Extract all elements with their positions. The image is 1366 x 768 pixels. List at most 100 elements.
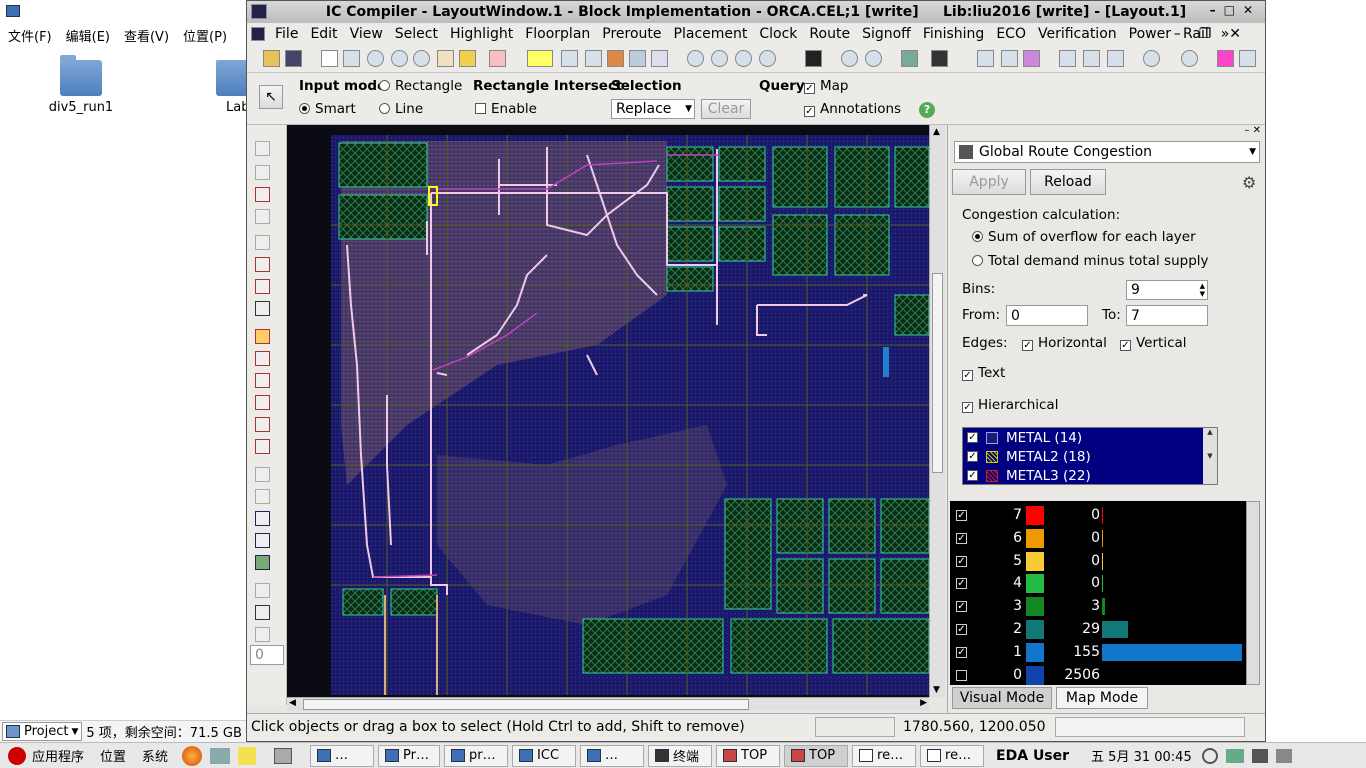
task-button-5[interactable]: …: [580, 744, 645, 767]
copy-cross-icon[interactable]: [255, 279, 270, 294]
route-icon[interactable]: [255, 395, 270, 410]
tab-visual-mode[interactable]: Visual Mode: [952, 687, 1052, 709]
layer-row-metal2[interactable]: ✓ METAL2 (18): [963, 447, 1217, 466]
bin-row[interactable]: ✓ 7 0: [950, 505, 1246, 527]
bin-row[interactable]: ✓ 2 29: [950, 619, 1246, 641]
via-icon[interactable]: [255, 417, 270, 432]
tcl-icon[interactable]: [1217, 50, 1234, 67]
scroll-thumb[interactable]: [932, 273, 943, 473]
blockage-icon[interactable]: [255, 583, 270, 598]
map-icon[interactable]: [1023, 50, 1040, 67]
mode-smart-radio[interactable]: Smart: [299, 101, 356, 117]
mode-line-radio[interactable]: Line: [379, 101, 423, 117]
bin-checkbox[interactable]: ✓: [956, 578, 967, 590]
bin-checkbox[interactable]: ✓: [956, 555, 967, 567]
checkbox-icon[interactable]: ✓: [967, 470, 978, 481]
mdi-minimize-icon[interactable]: –: [1174, 26, 1187, 42]
reload-icon[interactable]: [1239, 50, 1256, 67]
bin-row[interactable]: ✓ 1 155: [950, 642, 1246, 664]
help-icon[interactable]: ?: [919, 102, 935, 118]
bin-checkbox[interactable]: ✓: [956, 510, 967, 521]
menu-placement[interactable]: Placement: [674, 26, 748, 42]
menu-app-icon[interactable]: [251, 27, 265, 41]
ruler-icon[interactable]: [459, 50, 476, 67]
rect-icon[interactable]: [255, 489, 270, 504]
undo-icon[interactable]: [1143, 50, 1160, 67]
canvas-vertical-scrollbar[interactable]: ▲ ▼: [929, 125, 945, 697]
reload-button[interactable]: Reload: [1030, 169, 1106, 195]
chip-icon[interactable]: [805, 50, 822, 67]
tile-icon[interactable]: [1001, 50, 1018, 67]
scroll-left-icon[interactable]: ◀: [289, 698, 296, 708]
move-cross-icon[interactable]: [255, 257, 270, 272]
mdi-restore-icon[interactable]: ❐: [1199, 26, 1218, 42]
taskbar-menu-system[interactable]: 系统: [142, 746, 168, 765]
minimize-icon[interactable]: –: [1210, 3, 1224, 17]
task-button-6[interactable]: 终端: [648, 744, 713, 767]
checkbox-icon[interactable]: ✓: [967, 451, 978, 462]
maximize-icon[interactable]: □: [1224, 3, 1243, 17]
calc-demand-radio[interactable]: Total demand minus total supply: [972, 253, 1209, 269]
hierarchical-checkbox[interactable]: ✓ Hierarchical: [962, 397, 1058, 413]
split-view-icon[interactable]: [931, 50, 948, 67]
mdi-close-icon[interactable]: ✕: [1229, 26, 1247, 42]
new-view-icon[interactable]: [901, 50, 918, 67]
task-button-3[interactable]: pr…: [444, 744, 509, 767]
menu-file[interactable]: File: [275, 26, 298, 42]
taskbar-menu-places[interactable]: 位置: [100, 746, 126, 765]
bin-checkbox[interactable]: ✓: [956, 601, 967, 613]
menu-select[interactable]: Select: [395, 26, 438, 42]
spinner-icon[interactable]: ▲ ▼: [1200, 282, 1205, 298]
pop-up-icon[interactable]: [1083, 50, 1100, 67]
clear-button[interactable]: Clear: [701, 99, 751, 119]
bin-row[interactable]: ✓ 4 0: [950, 573, 1246, 595]
edges-horizontal-checkbox[interactable]: ✓ Horizontal: [1022, 335, 1107, 351]
selection-mode-select[interactable]: Replace ▼: [611, 99, 695, 119]
layer-row-metal3[interactable]: ✓ METAL3 (22): [963, 466, 1217, 485]
task-button-10[interactable]: re…: [920, 744, 985, 767]
window-titlebar[interactable]: IC Compiler - LayoutWindow.1 - Block Imp…: [247, 1, 1265, 23]
redo-icon[interactable]: [1181, 50, 1198, 67]
save-icon[interactable]: [285, 50, 302, 67]
bin-list-scrollbar[interactable]: [1246, 501, 1260, 685]
power-icon[interactable]: [1201, 747, 1218, 764]
menu-eco[interactable]: ECO: [996, 26, 1026, 42]
array-icon[interactable]: [255, 439, 270, 454]
path-icon[interactable]: [255, 467, 270, 482]
layout-canvas[interactable]: [287, 125, 930, 697]
pop-top-icon[interactable]: [1107, 50, 1124, 67]
rotate-icon[interactable]: [255, 235, 270, 250]
desk-menu-file[interactable]: 文件(F): [8, 26, 52, 45]
menu-preroute[interactable]: Preroute: [602, 26, 661, 42]
calc-overflow-radio[interactable]: Sum of overflow for each layer: [972, 229, 1196, 245]
firefox-icon[interactable]: [182, 745, 203, 766]
canvas-horizontal-scrollbar[interactable]: ◀ ▶: [287, 697, 929, 711]
view-icon[interactable]: [759, 50, 776, 67]
copy-icon[interactable]: [255, 165, 270, 180]
menu-view[interactable]: View: [350, 26, 383, 42]
bin-checkbox[interactable]: [956, 669, 967, 681]
add-cell-icon[interactable]: [255, 511, 270, 526]
push-down-icon[interactable]: [1059, 50, 1076, 67]
menu-verification[interactable]: Verification: [1038, 26, 1117, 42]
menu-finishing[interactable]: Finishing: [923, 26, 985, 42]
text-checkbox[interactable]: ✓ Text: [962, 365, 1005, 381]
bin-row[interactable]: 0 2506: [950, 665, 1246, 687]
menu-power[interactable]: Power: [1129, 26, 1171, 42]
clock-label[interactable]: 五 5月 31 00:45: [1091, 746, 1192, 765]
from-input[interactable]: 0: [1006, 305, 1088, 326]
task-button-9[interactable]: re…: [852, 744, 917, 767]
rect-intersect-enable-checkbox[interactable]: Enable: [475, 101, 537, 117]
fit-icon[interactable]: [687, 50, 704, 67]
info-icon[interactable]: [367, 50, 384, 67]
desk-menu-edit[interactable]: 编辑(E): [66, 26, 110, 45]
apply-button[interactable]: Apply: [952, 169, 1026, 195]
task-button-4[interactable]: ICC: [512, 744, 577, 767]
layer-icon[interactable]: [735, 50, 752, 67]
pan-hand-icon[interactable]: [437, 50, 454, 67]
location-select[interactable]: Project ▼: [2, 722, 83, 741]
select-mode-icon[interactable]: [343, 50, 360, 67]
menu-signoff[interactable]: Signoff: [862, 26, 911, 42]
volume-icon[interactable]: [1251, 748, 1268, 763]
mouse-tool-button[interactable]: ↖: [259, 85, 283, 109]
